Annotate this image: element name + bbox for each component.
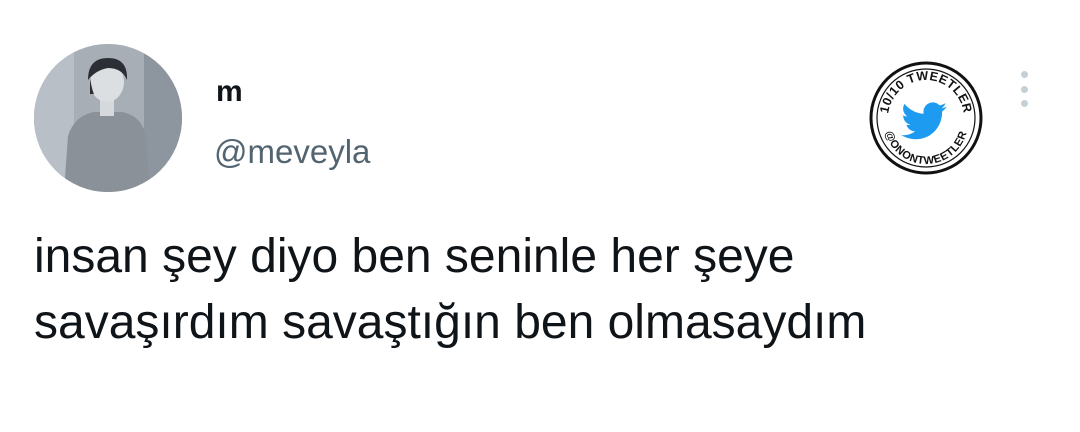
tweetler-stamp-logo: 10/10 TWEETLER @ONONTWEETLER xyxy=(868,60,984,176)
tweet-text-line: savaşırdım savaştığın ben olmasaydım xyxy=(34,296,867,349)
tweet-card: m @meveyla 10/10 TWEETLER @ONONTWEETLER xyxy=(0,0,1080,432)
avatar[interactable] xyxy=(34,44,182,192)
more-vertical-icon xyxy=(1020,71,1028,78)
more-options-button[interactable] xyxy=(1010,68,1038,110)
display-name[interactable]: m xyxy=(216,74,243,110)
tweet-text: insan şey diyo ben seninle her şeye sava… xyxy=(34,224,1064,356)
person-photo-avatar-icon xyxy=(34,44,182,192)
user-handle[interactable]: @meveyla xyxy=(214,132,370,172)
tweet-text-line: insan şey diyo ben seninle her şeye xyxy=(34,230,795,283)
